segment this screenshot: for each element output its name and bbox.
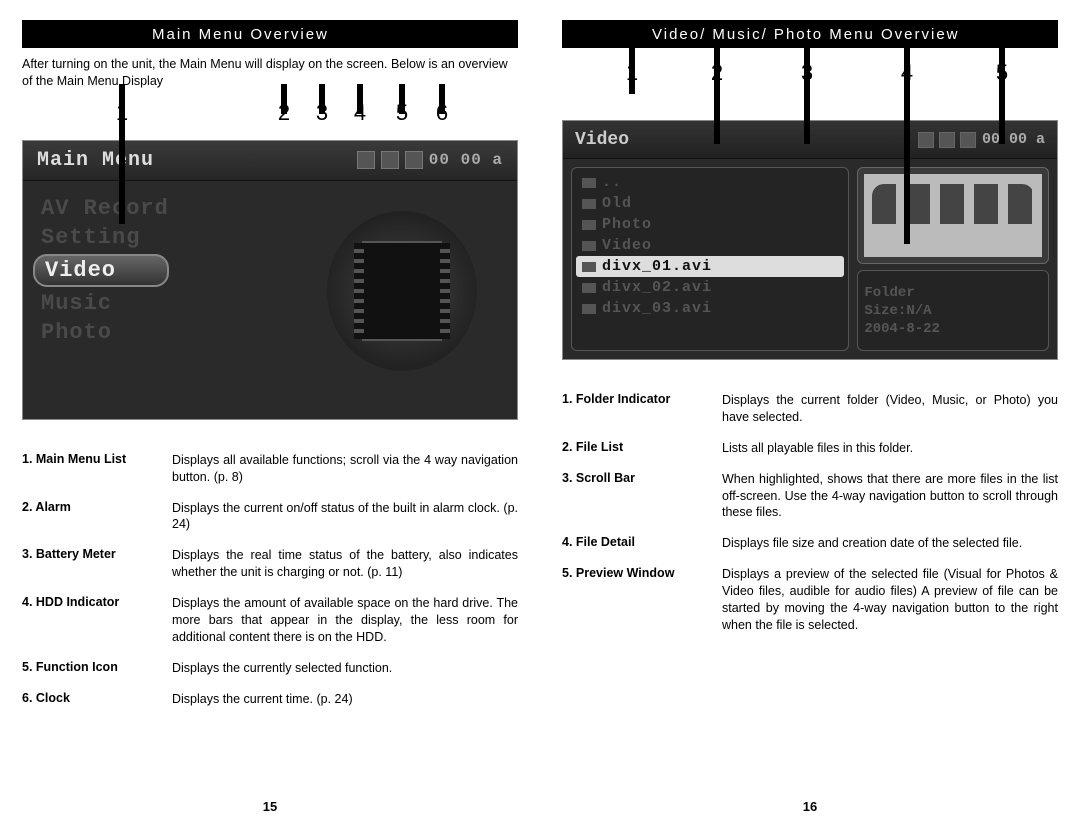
legend-desc: Displays the current folder (Video, Musi… [722, 392, 1058, 426]
legend-term: 6. Clock [22, 691, 172, 708]
page-number-left: 15 [22, 779, 518, 814]
battery-icon [381, 151, 399, 169]
legend-row: 4. File DetailDisplays file size and cre… [562, 535, 1058, 552]
list-item: .. [576, 172, 844, 193]
page-right: Video/ Music/ Photo Menu Overview 1 2 3 … [540, 20, 1080, 814]
folder-indicator: Video [575, 130, 629, 150]
folder-icon [582, 220, 596, 230]
legend-row: 2. AlarmDisplays the current on/off stat… [22, 500, 518, 534]
callouts-right: 1 2 3 4 5 [562, 60, 1058, 100]
screenshot-header: Video 00 00 a [563, 121, 1057, 159]
legend-term: 5. Preview Window [562, 566, 722, 634]
list-item: Video [576, 235, 844, 256]
detail-line: Size:N/A [864, 303, 1042, 319]
legend-desc: Displays the current time. (p. 24) [172, 691, 518, 708]
legend-row: 1. Folder IndicatorDisplays the current … [562, 392, 1058, 426]
clock-readout: 00 00 a [982, 131, 1045, 148]
file-icon [582, 304, 596, 314]
up-icon [582, 178, 596, 188]
callout-line [629, 44, 635, 94]
list-item-selected: divx_01.avi [576, 256, 844, 277]
legend-row: 5. Function IconDisplays the currently s… [22, 660, 518, 677]
battery-icon [939, 132, 955, 148]
callout-line [439, 84, 445, 114]
legend-term: 2. Alarm [22, 500, 172, 534]
legend-desc: Displays the real time status of the bat… [172, 547, 518, 581]
legend-row: 3. Scroll BarWhen highlighted, shows tha… [562, 471, 1058, 522]
legend-term: 4. HDD Indicator [22, 595, 172, 646]
callout-line [999, 44, 1005, 144]
menu-item: Setting [41, 225, 169, 250]
list-item: Photo [576, 214, 844, 235]
menu-item: AV Record [41, 196, 169, 221]
callout-line [904, 44, 910, 244]
screenshot-title: Main Menu [37, 149, 154, 172]
legend-desc: Displays the current on/off status of th… [172, 500, 518, 534]
legend-desc: Displays file size and creation date of … [722, 535, 1058, 552]
legend-term: 2. File List [562, 440, 722, 457]
legend-row: 1. Main Menu ListDisplays all available … [22, 452, 518, 486]
callout-line [119, 84, 125, 224]
menu-item-selected: Video [33, 254, 169, 287]
hdd-icon [405, 151, 423, 169]
menu-item: Music [41, 291, 169, 316]
legend-desc: When highlighted, shows that there are m… [722, 471, 1058, 522]
section-title-left: Main Menu Overview [22, 20, 518, 48]
list-item: Old [576, 193, 844, 214]
callout-line [804, 44, 810, 144]
alarm-icon [357, 151, 375, 169]
file-icon [582, 283, 596, 293]
screenshot-header: Main Menu 00 00 a [23, 141, 517, 181]
legend-row: 5. Preview WindowDisplays a preview of t… [562, 566, 1058, 634]
folder-icon [582, 199, 596, 209]
file-list: .. Old Photo Video divx_01.avi divx_02.a… [571, 167, 849, 351]
page-left: Main Menu Overview After turning on the … [0, 20, 540, 814]
file-detail: Folder Size:N/A 2004-8-22 [857, 270, 1049, 351]
callout-line [319, 84, 325, 114]
preview-window [857, 167, 1049, 264]
legend-desc: Displays the amount of available space o… [172, 595, 518, 646]
hdd-icon [960, 132, 976, 148]
legend-right: 1. Folder IndicatorDisplays the current … [562, 392, 1058, 648]
screenshot-wrap-left: 1 2 3 4 5 6 Main Menu 00 00 a AV Record [22, 96, 518, 420]
callout-line [714, 44, 720, 144]
function-icon [327, 211, 477, 371]
detail-line: 2004-8-22 [864, 321, 1042, 337]
section-title-right: Video/ Music/ Photo Menu Overview [562, 20, 1058, 48]
screenshot-wrap-right: 1 2 3 4 5 Video 00 00 a .. Old [562, 56, 1058, 360]
legend-left: 1. Main Menu ListDisplays all available … [22, 452, 518, 722]
menu-item: Photo [41, 320, 169, 345]
legend-term: 3. Scroll Bar [562, 471, 722, 522]
legend-row: 3. Battery MeterDisplays the real time s… [22, 547, 518, 581]
legend-term: 4. File Detail [562, 535, 722, 552]
legend-desc: Displays the currently selected function… [172, 660, 518, 677]
legend-desc: Lists all playable files in this folder. [722, 440, 1058, 457]
legend-term: 1. Main Menu List [22, 452, 172, 486]
list-item: divx_02.avi [576, 277, 844, 298]
legend-term: 1. Folder Indicator [562, 392, 722, 426]
folder-icon [582, 241, 596, 251]
legend-term: 3. Battery Meter [22, 547, 172, 581]
file-icon [582, 262, 596, 272]
legend-desc: Displays a preview of the selected file … [722, 566, 1058, 634]
legend-row: 4. HDD IndicatorDisplays the amount of a… [22, 595, 518, 646]
callout-line [399, 84, 405, 114]
detail-line: Folder [864, 285, 1042, 301]
legend-term: 5. Function Icon [22, 660, 172, 677]
alarm-icon [918, 132, 934, 148]
list-item: divx_03.avi [576, 298, 844, 319]
legend-desc: Displays all available functions; scroll… [172, 452, 518, 486]
legend-row: 2. File ListLists all playable files in … [562, 440, 1058, 457]
clock-readout: 00 00 a [429, 151, 503, 169]
main-menu-screenshot: Main Menu 00 00 a AV Record Setting Vide… [22, 140, 518, 420]
legend-row: 6. ClockDisplays the current time. (p. 2… [22, 691, 518, 708]
main-menu-list: AV Record Setting Video Music Photo [41, 196, 169, 345]
page-number-right: 16 [562, 779, 1058, 814]
video-menu-screenshot: Video 00 00 a .. Old Photo Video divx_01… [562, 120, 1058, 360]
callout-line [357, 84, 363, 114]
callout-line [281, 84, 287, 114]
